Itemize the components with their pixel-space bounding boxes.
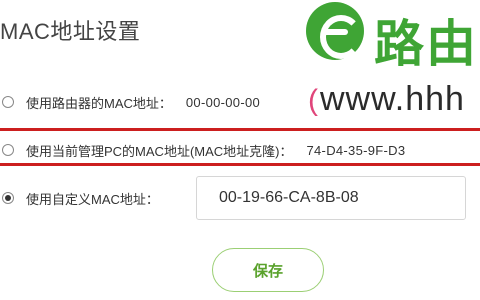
page-title: MAC地址设置: [0, 19, 141, 44]
radio-router-mac[interactable]: [2, 96, 14, 108]
watermark-url: (www.hhh: [308, 80, 465, 119]
pc-mac-value: 74-D4-35-9F-D3: [306, 142, 406, 158]
watermark-url-paren: (: [308, 84, 319, 117]
watermark-url-text: www.hhh: [320, 80, 465, 118]
brand-e-icon: [306, 2, 364, 60]
radio-clone-pc-mac[interactable]: [2, 144, 14, 156]
save-button[interactable]: 保存: [212, 248, 324, 292]
option-custom-mac[interactable]: 使用自定义MAC地址：: [0, 186, 159, 210]
custom-mac-input[interactable]: [196, 176, 466, 220]
option-clone-pc-mac[interactable]: 使用当前管理PC的MAC地址(MAC地址克隆)： 74-D4-35-9F-D3: [0, 138, 405, 162]
watermark-logo: 路由: [300, 0, 480, 72]
option-custom-mac-label: 使用自定义MAC地址：: [26, 191, 159, 207]
radio-custom-mac[interactable]: [2, 192, 14, 204]
router-mac-value: 00-00-00-00: [185, 94, 261, 110]
option-router-mac[interactable]: 使用路由器的MAC地址： 00-00-00-00: [0, 92, 260, 112]
watermark-logo-text: 路由: [374, 16, 478, 72]
option-clone-pc-mac-label: 使用当前管理PC的MAC地址(MAC地址克隆)：: [26, 143, 293, 159]
option-router-mac-label: 使用路由器的MAC地址：: [26, 95, 172, 111]
